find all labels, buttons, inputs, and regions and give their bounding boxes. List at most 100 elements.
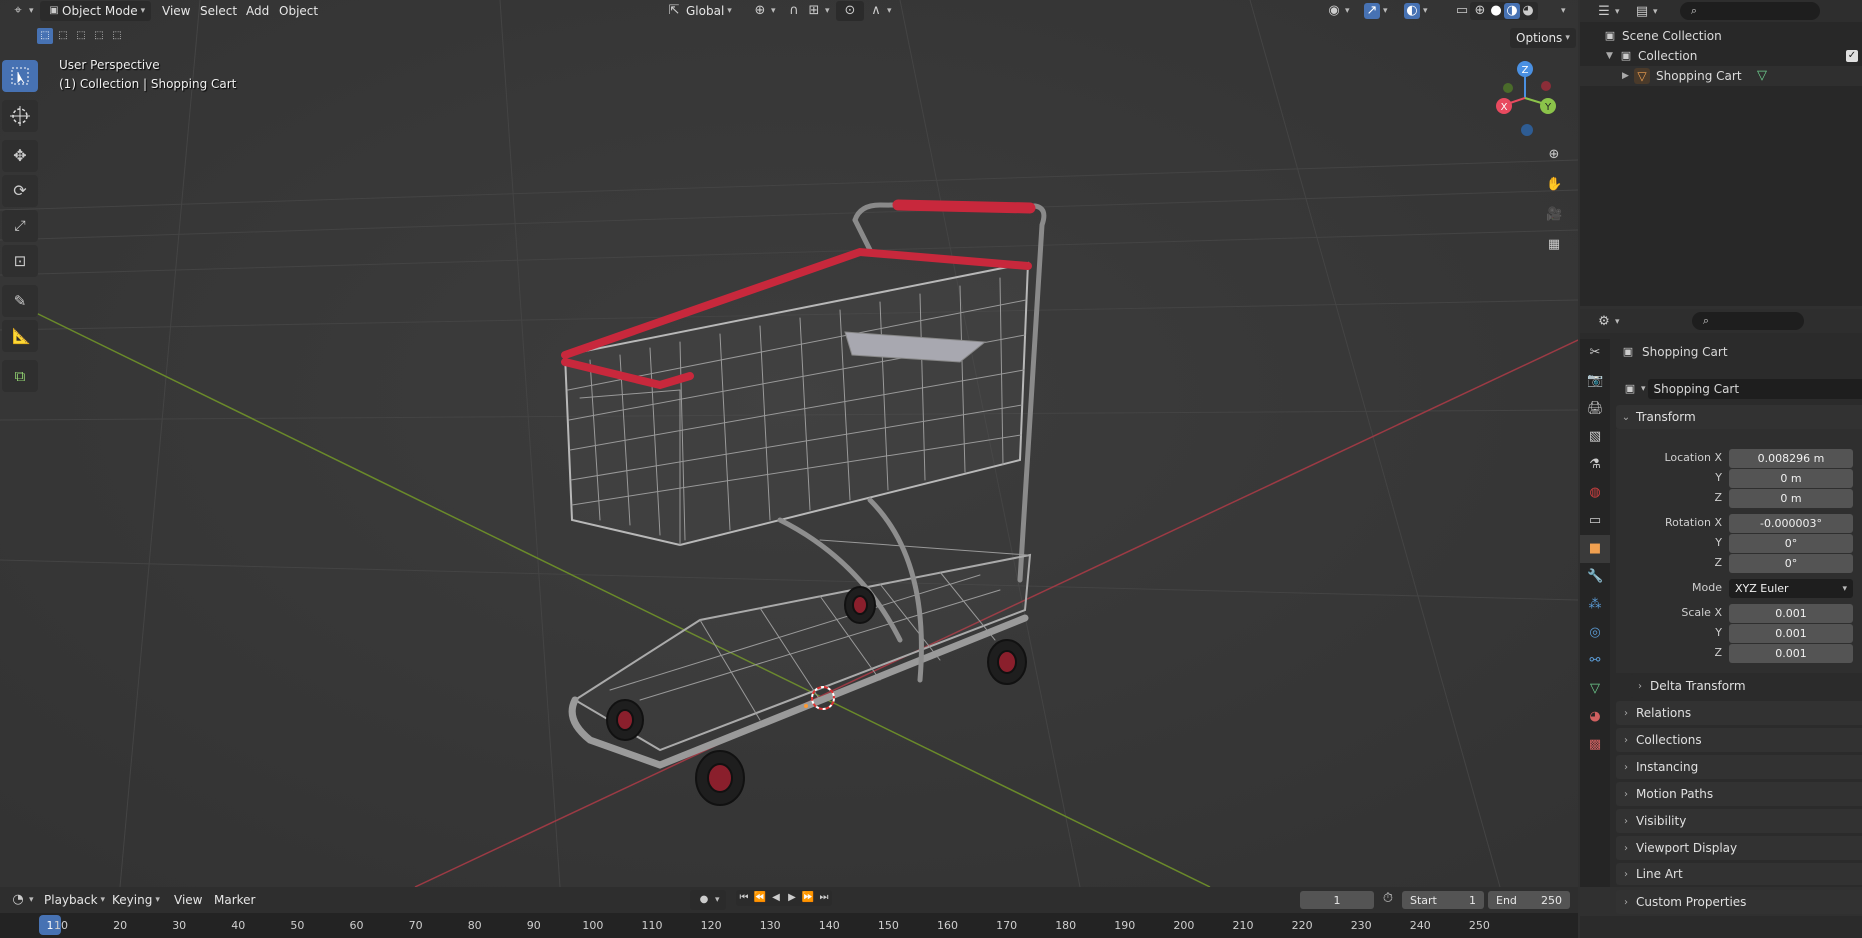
frame-ruler[interactable]: 1 10 20 30 40 50 60 70 80 90 100 110 120 130 140 150 160…	[0, 913, 1578, 938]
collections-panel-header[interactable]: › Collections	[1616, 728, 1862, 752]
prev-keyframe-icon[interactable]: ⏪	[752, 890, 768, 906]
rotation-x-field[interactable]: -0.000003°	[1729, 514, 1853, 533]
options-dropdown[interactable]: Options ▾	[1510, 28, 1576, 48]
object-name-field[interactable]: Shopping Cart	[1647, 379, 1862, 399]
zoom-button[interactable]: ⊕	[1541, 142, 1567, 168]
start-frame-field[interactable]: Start 1	[1402, 891, 1484, 909]
tab-particles[interactable]: ⁂	[1580, 591, 1610, 619]
object-browse-button[interactable]: ▣ ▾	[1620, 379, 1648, 399]
custom-properties-panel-header[interactable]: › Custom Properties	[1616, 890, 1862, 914]
display-mode-button[interactable]: ▤ ▾	[1628, 2, 1664, 22]
viewport-canvas[interactable]	[0, 0, 1578, 887]
line-art-panel-header[interactable]: › Line Art	[1616, 863, 1862, 885]
rotation-y-field[interactable]: 0°	[1729, 534, 1853, 553]
tab-material[interactable]: ◕	[1580, 703, 1610, 731]
scale-z-field[interactable]: 0.001	[1729, 644, 1853, 663]
tab-modifiers[interactable]: 🔧	[1580, 563, 1610, 591]
material-shading-icon[interactable]: ◑	[1504, 3, 1520, 19]
tab-texture[interactable]: ▩	[1580, 731, 1610, 759]
outliner-search-input[interactable]: ⌕	[1680, 2, 1820, 20]
pan-button[interactable]: ✋	[1541, 172, 1567, 198]
timeline-editor-type-button[interactable]: ◔ ▾	[4, 890, 40, 910]
menu-view[interactable]: View	[156, 1, 196, 21]
tab-collection[interactable]: ▭	[1580, 507, 1610, 535]
menu-add[interactable]: Add	[240, 1, 275, 21]
next-keyframe-icon[interactable]: ⏩	[800, 890, 816, 906]
collection-exclude-checkbox[interactable]: ✓	[1846, 50, 1858, 62]
location-x-field[interactable]: 0.008296 m	[1729, 449, 1853, 468]
shading-options-button[interactable]: ▾	[1552, 1, 1572, 21]
navigation-gizmo[interactable]: Z X Y	[1490, 58, 1560, 142]
menu-keying[interactable]: Keying ▾	[106, 890, 166, 910]
relations-panel-header[interactable]: › Relations	[1616, 701, 1862, 725]
select-invert-icon[interactable]: ⬚	[91, 28, 107, 44]
location-z-field[interactable]: 0 m	[1729, 489, 1853, 508]
scale-y-field[interactable]: 0.001	[1729, 624, 1853, 643]
menu-timeline-view[interactable]: View	[168, 890, 208, 910]
mode-selector[interactable]: ▣ Object Mode ▾	[40, 1, 152, 21]
stopwatch-icon[interactable]: ⏱	[1380, 891, 1396, 907]
ortho-toggle-button[interactable]: ▦	[1541, 232, 1567, 258]
transform-panel-header[interactable]: ⌄ Transform	[1616, 405, 1862, 429]
tab-physics[interactable]: ◎	[1580, 619, 1610, 647]
annotate-tool[interactable]: ✎	[2, 285, 38, 317]
editor-type-button[interactable]: ⌖ ▾	[4, 1, 40, 21]
outliner-row-collection[interactable]: ▼ ▣ Collection ✓	[1580, 46, 1862, 66]
wireframe-shading-icon[interactable]: ⊕	[1472, 3, 1488, 19]
motion-paths-panel-header[interactable]: › Motion Paths	[1616, 782, 1862, 806]
delta-transform-subpanel[interactable]: › Delta Transform	[1630, 674, 1862, 698]
properties-editor-type-button[interactable]: ⚙ ▾	[1590, 312, 1626, 332]
gizmo-toggle[interactable]: ↗ ▾	[1358, 1, 1394, 21]
tab-object[interactable]: ■	[1580, 535, 1610, 563]
rotation-z-field[interactable]: 0°	[1729, 554, 1853, 573]
tab-view-layer[interactable]: ▧	[1580, 423, 1610, 451]
outliner-row-shopping-cart[interactable]: ▶ ▽ Shopping Cart ▽	[1580, 66, 1862, 86]
auto-keying-toggle[interactable]: ● ▾	[690, 890, 726, 910]
transform-orientation-selector[interactable]: ⇱ Global ▾	[660, 1, 738, 21]
jump-start-icon[interactable]: ⏮	[736, 890, 752, 906]
camera-view-button[interactable]: 🎥	[1541, 202, 1567, 228]
tab-tool[interactable]: ✂	[1580, 339, 1610, 367]
menu-select[interactable]: Select	[194, 1, 243, 21]
end-frame-field[interactable]: End 250	[1488, 891, 1570, 909]
3d-viewport[interactable]: ⌖ ▾ ▣ Object Mode ▾ View Select Add Object…	[0, 0, 1578, 887]
expand-object-icon[interactable]: ▶	[1622, 71, 1634, 81]
location-y-field[interactable]: 0 m	[1729, 469, 1853, 488]
tab-scene[interactable]: ⚗	[1580, 451, 1610, 479]
select-extend-icon[interactable]: ⬚	[55, 28, 71, 44]
cursor-tool[interactable]	[2, 100, 38, 132]
tab-render[interactable]: 📷	[1580, 367, 1610, 395]
move-tool[interactable]: ✥	[2, 140, 38, 172]
mesh-data-icon[interactable]: ▽	[1754, 68, 1770, 84]
pivot-point-selector[interactable]: ⊕ ▾	[746, 1, 782, 21]
play-reverse-icon[interactable]: ◀	[768, 890, 784, 906]
viewport-display-panel-header[interactable]: › Viewport Display	[1616, 836, 1862, 860]
rendered-shading-icon[interactable]: ◕	[1520, 3, 1536, 19]
transform-tool[interactable]: ⊡	[2, 245, 38, 277]
play-icon[interactable]: ▶	[784, 890, 800, 906]
expand-collection-icon[interactable]: ▼	[1606, 51, 1618, 61]
overlays-toggle[interactable]: ◐ ▾	[1398, 1, 1434, 21]
menu-object[interactable]: Object	[273, 1, 324, 21]
tab-constraints[interactable]: ⚯	[1580, 647, 1610, 675]
outliner-editor-type-button[interactable]: ☰ ▾	[1590, 2, 1626, 22]
instancing-panel-header[interactable]: › Instancing	[1616, 755, 1862, 779]
select-intersect-icon[interactable]: ⬚	[109, 28, 125, 44]
select-new-icon[interactable]: ⬚	[37, 28, 53, 44]
measure-tool[interactable]: 📐	[2, 320, 38, 352]
menu-playback[interactable]: Playback ▾	[38, 890, 111, 910]
select-box-tool[interactable]	[2, 60, 38, 92]
tab-data[interactable]: ▽	[1580, 675, 1610, 703]
solid-shading-icon[interactable]: ●	[1488, 3, 1504, 19]
select-subtract-icon[interactable]: ⬚	[73, 28, 89, 44]
falloff-selector[interactable]: ∧ ▾	[862, 1, 898, 21]
rotate-tool[interactable]: ⟳	[2, 175, 38, 207]
menu-marker[interactable]: Marker	[208, 890, 261, 910]
tab-world[interactable]: ◍	[1580, 479, 1610, 507]
snap-target-selector[interactable]: ⊞ ▾	[800, 1, 836, 21]
proportional-edit-toggle[interactable]: ⊙	[836, 1, 864, 21]
tab-output[interactable]: 🖨	[1580, 395, 1610, 423]
scale-tool[interactable]: ⤢	[2, 210, 38, 242]
scale-x-field[interactable]: 0.001	[1729, 604, 1853, 623]
current-frame-field[interactable]: 1	[1300, 891, 1374, 909]
